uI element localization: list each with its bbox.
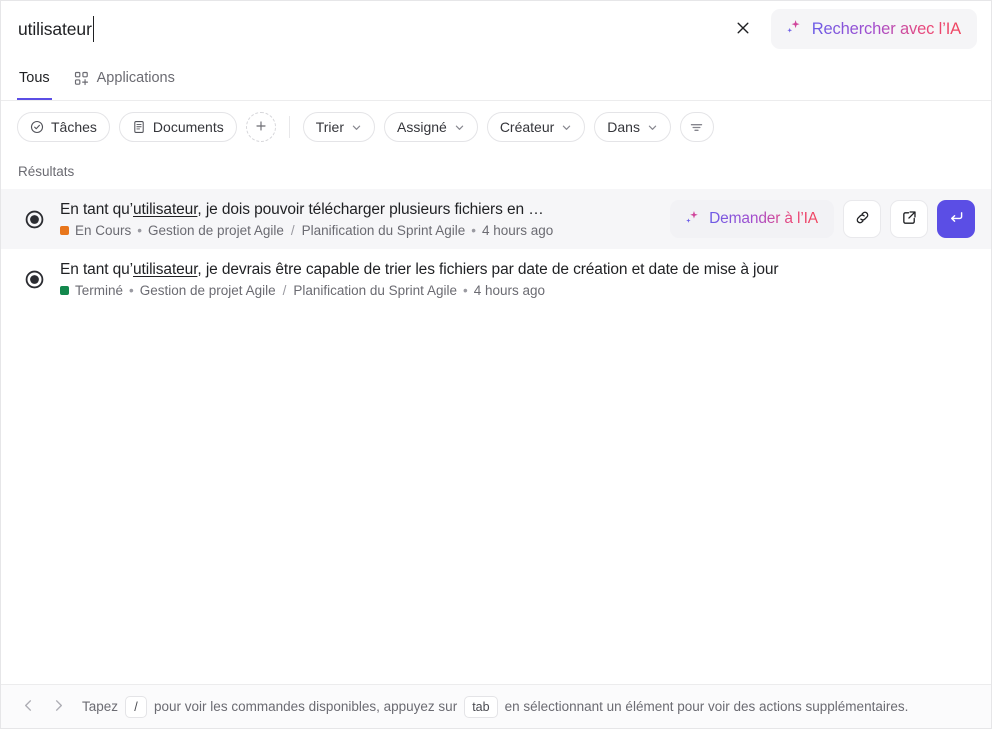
result-list: Planification du Sprint Agile	[301, 222, 466, 238]
chevron-down-icon	[454, 122, 465, 133]
open-item-button[interactable]	[890, 200, 928, 238]
result-title-match: utilisateur	[133, 200, 198, 218]
ai-search-label: Rechercher avec l’IA	[811, 19, 961, 38]
dropdown-trier-label: Trier	[315, 119, 344, 135]
result-title-prefix: En tant qu’	[60, 200, 134, 218]
nav-prev-button[interactable]	[17, 696, 39, 718]
kbd-tab: tab	[464, 695, 498, 718]
status-badge-dot	[60, 285, 69, 295]
sparkles-icon	[784, 18, 803, 40]
dropdown-dans[interactable]: Dans	[594, 112, 671, 142]
external-link-icon	[901, 209, 918, 229]
hint-part-2: pour voir les commandes disponibles, app…	[154, 699, 458, 714]
apps-grid-plus-icon	[74, 71, 89, 86]
ask-ai-button[interactable]: Demander à l’IA	[670, 200, 834, 238]
toolbar-divider	[288, 116, 290, 138]
link-icon	[854, 209, 871, 229]
hint-part-3: en sélectionnant un élément pour voir de…	[504, 699, 909, 714]
clear-search-button[interactable]	[729, 15, 757, 43]
filter-chip-documents-label: Documents	[152, 119, 224, 135]
result-title-suffix: , je dois pouvoir télécharger plusieurs …	[197, 200, 544, 218]
meta-separator: •	[462, 282, 468, 298]
tab-applications[interactable]: Applications	[72, 58, 177, 100]
footer-hint-bar: Tapez / pour voir les commandes disponib…	[1, 684, 991, 728]
result-row-1-meta: En Cours • Gestion de projet Agile / Pla…	[60, 223, 655, 238]
result-timestamp: 4 hours ago	[481, 222, 554, 238]
status-badge-label: Terminé	[75, 282, 124, 298]
meta-path-separator: /	[290, 222, 295, 238]
result-title-prefix: En tant qu’	[60, 260, 134, 278]
plus-icon	[254, 119, 268, 136]
meta-separator: •	[471, 222, 476, 238]
hint-part-1: Tapez	[82, 699, 119, 714]
status-badge-label: En Cours	[75, 222, 132, 238]
add-filter-button[interactable]	[245, 112, 276, 142]
chevron-down-icon	[561, 122, 572, 133]
tab-tous[interactable]: Tous	[17, 58, 52, 100]
open-enter-button[interactable]	[937, 200, 975, 238]
search-modal: Rechercher avec l’IA Tous Applications	[0, 0, 992, 729]
meta-separator: •	[137, 222, 143, 238]
dropdown-dans-label: Dans	[607, 119, 640, 135]
dropdown-assigne[interactable]: Assigné	[384, 112, 478, 142]
result-title-match: utilisateur	[133, 260, 198, 278]
result-timestamp: 4 hours ago	[473, 282, 546, 298]
result-row-1-actions: Demander à l’IA	[670, 200, 975, 238]
search-input[interactable]	[18, 18, 719, 40]
enter-return-icon	[948, 209, 965, 229]
nav-next-button[interactable]	[47, 696, 69, 718]
footer-nav-arrows	[17, 696, 69, 718]
document-icon	[132, 120, 146, 134]
close-icon	[735, 20, 751, 39]
status-badge-dot	[60, 225, 69, 235]
task-circle-icon	[23, 208, 45, 230]
ai-search-button[interactable]: Rechercher avec l’IA	[770, 9, 977, 49]
result-row-2-meta: Terminé • Gestion de projet Agile / Plan…	[60, 283, 975, 298]
advanced-filter-button[interactable]	[679, 112, 714, 142]
copy-link-button[interactable]	[843, 200, 881, 238]
task-circle-icon	[23, 268, 45, 290]
result-title-suffix: , je devrais être capable de trier les f…	[197, 260, 779, 278]
filter-chip-taches[interactable]: Tâches	[17, 112, 110, 142]
result-row-2[interactable]: En tant qu’utilisateur, je devrais être …	[1, 249, 991, 309]
chevron-right-icon	[51, 698, 66, 716]
result-list: Planification du Sprint Agile	[293, 282, 457, 298]
check-circle-icon	[30, 120, 44, 134]
ask-ai-label: Demander à l’IA	[709, 210, 818, 227]
kbd-slash: /	[125, 695, 148, 718]
results-section-label: Résultats	[18, 164, 75, 179]
result-row-1-title: En tant qu’utilisateur, je dois pouvoir …	[60, 201, 655, 219]
filter-sliders-icon	[689, 120, 704, 135]
meta-separator: •	[129, 282, 134, 298]
dropdown-trier[interactable]: Trier	[302, 112, 375, 142]
result-row-2-title: En tant qu’utilisateur, je devrais être …	[60, 261, 975, 279]
sparkles-icon	[683, 209, 701, 230]
chevron-down-icon	[351, 122, 362, 133]
chevron-left-icon	[21, 698, 36, 716]
result-space: Gestion de projet Agile	[148, 222, 284, 238]
chevron-down-icon	[647, 122, 658, 133]
result-row-1[interactable]: En tant qu’utilisateur, je dois pouvoir …	[1, 189, 991, 249]
tab-tous-label: Tous	[19, 70, 50, 86]
dropdown-createur-label: Créateur	[499, 119, 555, 135]
footer-hint-text: Tapez / pour voir les commandes disponib…	[82, 695, 909, 718]
filter-chip-documents[interactable]: Documents	[118, 112, 237, 142]
meta-path-separator: /	[282, 282, 287, 298]
result-space: Gestion de projet Agile	[139, 282, 276, 298]
search-bar: Rechercher avec l’IA	[1, 1, 991, 57]
result-row-1-body: En tant qu’utilisateur, je dois pouvoir …	[60, 201, 655, 238]
tab-applications-label: Applications	[96, 70, 175, 86]
results-list: Résultats En tant qu’utilisateur, je doi…	[1, 153, 991, 684]
dropdown-assigne-label: Assigné	[397, 119, 447, 135]
search-input-wrap	[18, 9, 719, 49]
result-row-2-body: En tant qu’utilisateur, je devrais être …	[60, 261, 975, 298]
filter-chip-taches-label: Tâches	[51, 119, 97, 135]
filter-toolbar: Tâches Documents Trier Assigné Créateur …	[1, 101, 991, 153]
tab-bar: Tous Applications	[1, 57, 991, 101]
dropdown-createur[interactable]: Créateur	[486, 112, 586, 142]
